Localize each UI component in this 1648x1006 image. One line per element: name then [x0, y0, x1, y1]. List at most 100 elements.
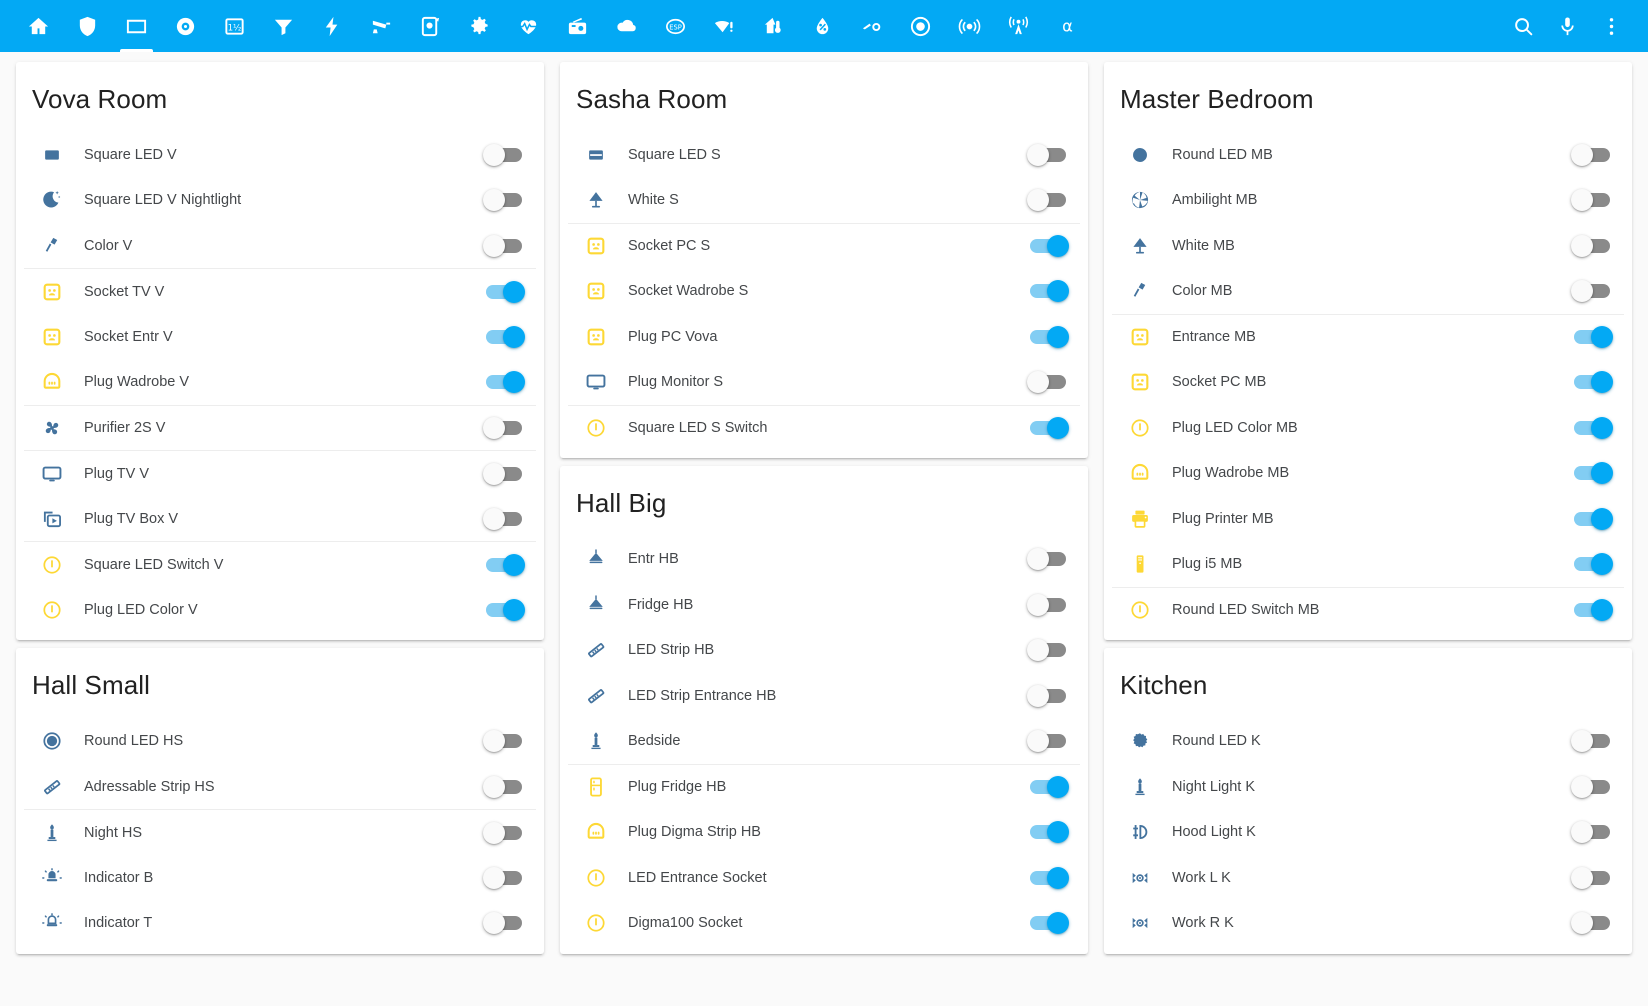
entity-row[interactable]: Square LED S — [568, 132, 1080, 178]
entity-row[interactable]: Entrance MB — [1112, 313, 1624, 360]
entity-row[interactable]: Square LED V — [24, 132, 536, 178]
entity-row[interactable]: Plug i5 MB — [1112, 541, 1624, 587]
entity-row[interactable]: Color V — [24, 223, 536, 269]
hood-light-icon[interactable] — [1120, 821, 1160, 843]
power-circle-icon[interactable] — [1120, 417, 1160, 439]
power-circle-icon[interactable] — [32, 554, 72, 576]
power-circle-icon[interactable] — [32, 599, 72, 621]
toolbar-tab-record[interactable] — [896, 0, 945, 52]
power-socket-icon[interactable] — [576, 280, 616, 302]
entity-row[interactable]: Bedside — [568, 718, 1080, 764]
entity-toggle[interactable] — [1571, 280, 1610, 303]
power-plug-strip-icon[interactable] — [1120, 462, 1160, 484]
toolbar-tab-lights[interactable] — [112, 0, 161, 52]
entity-row[interactable]: Plug Wadrobe MB — [1112, 450, 1624, 496]
entity-toggle[interactable] — [1571, 821, 1610, 844]
entity-row[interactable]: LED Strip Entrance HB — [568, 673, 1080, 719]
toolbar-tab-esp[interactable]: ESP — [651, 0, 700, 52]
ceiling-light-icon[interactable] — [576, 548, 616, 570]
entity-row[interactable]: LED Strip HB — [568, 627, 1080, 673]
entity-toggle[interactable] — [1027, 548, 1066, 571]
entity-row[interactable]: Round LED HS — [24, 718, 536, 764]
tv-box-icon[interactable] — [32, 508, 72, 530]
printer-icon[interactable] — [1120, 508, 1160, 530]
power-circle-icon[interactable] — [576, 912, 616, 934]
alarm-light-off-icon[interactable] — [32, 912, 72, 934]
toolbar-tab-camera[interactable] — [357, 0, 406, 52]
entity-toggle[interactable] — [1027, 189, 1066, 212]
entity-row[interactable]: Square LED Switch V — [24, 541, 536, 587]
led-square-icon[interactable] — [32, 144, 72, 166]
entity-row[interactable]: Plug Digma Strip HB — [568, 809, 1080, 855]
entity-toggle[interactable] — [486, 325, 525, 348]
entity-row[interactable]: Hood Light K — [1112, 809, 1624, 855]
desktop-tower-icon[interactable] — [1120, 553, 1160, 575]
toolbar-tab-switches[interactable] — [847, 0, 896, 52]
entity-toggle[interactable] — [1574, 553, 1613, 576]
monitor-icon[interactable] — [576, 371, 616, 393]
entity-toggle[interactable] — [1571, 866, 1610, 889]
circle-filled-icon[interactable] — [1120, 144, 1160, 166]
entity-row[interactable]: Indicator B — [24, 855, 536, 901]
entity-row[interactable]: Plug Fridge HB — [568, 763, 1080, 810]
toolbar-tab-filter[interactable] — [259, 0, 308, 52]
weather-night-icon[interactable] — [32, 189, 72, 211]
desk-lamp-icon[interactable] — [32, 235, 72, 257]
entity-toggle[interactable] — [483, 417, 522, 440]
entity-toggle[interactable] — [483, 730, 522, 753]
power-socket-icon[interactable] — [1120, 371, 1160, 393]
led-strip-icon[interactable] — [576, 685, 616, 707]
entity-toggle[interactable] — [1027, 639, 1066, 662]
entity-row[interactable]: Round LED Switch MB — [1112, 586, 1624, 633]
toolbar-tab-counters[interactable]: 1½ — [210, 0, 259, 52]
entity-row[interactable]: Socket PC S — [568, 222, 1080, 269]
entity-row[interactable]: Plug LED Color MB — [1112, 405, 1624, 451]
toolbar-tab-cloud[interactable] — [602, 0, 651, 52]
entity-row[interactable]: Night HS — [24, 809, 536, 855]
entity-row[interactable]: Plug TV Box V — [24, 496, 536, 542]
spotlight-icon[interactable] — [1120, 867, 1160, 889]
entity-row[interactable]: Plug PC Vova — [568, 314, 1080, 360]
entity-toggle[interactable] — [483, 189, 522, 212]
entity-row[interactable]: Digma100 Socket — [568, 900, 1080, 946]
entity-toggle[interactable] — [1030, 912, 1069, 935]
power-circle-icon[interactable] — [576, 867, 616, 889]
entity-row[interactable]: Square LED V Nightlight — [24, 177, 536, 223]
toolbar-tab-radio[interactable] — [553, 0, 602, 52]
entity-row[interactable]: Socket Wadrobe S — [568, 268, 1080, 314]
led-square-split-icon[interactable] — [576, 144, 616, 166]
power-socket-icon[interactable] — [32, 326, 72, 348]
toolbar-tab-vacuum[interactable] — [161, 0, 210, 52]
overflow-button[interactable] — [1598, 13, 1624, 39]
toolbar-tab-scanner[interactable] — [406, 0, 455, 52]
entity-row[interactable]: Indicator T — [24, 900, 536, 946]
power-socket-icon[interactable] — [576, 235, 616, 257]
toolbar-tab-wifi-alert[interactable] — [700, 0, 749, 52]
entity-toggle[interactable] — [1030, 235, 1069, 258]
entity-row[interactable]: Adressable Strip HS — [24, 764, 536, 810]
power-socket-icon[interactable] — [1120, 326, 1160, 348]
entity-toggle[interactable] — [1030, 821, 1069, 844]
entity-row[interactable]: Socket PC MB — [1112, 359, 1624, 405]
alarm-light-icon[interactable] — [32, 867, 72, 889]
entity-row[interactable]: Plug Printer MB — [1112, 496, 1624, 542]
power-circle-icon[interactable] — [1120, 599, 1160, 621]
search-button[interactable] — [1510, 13, 1536, 39]
entity-toggle[interactable] — [1030, 417, 1069, 440]
led-flower-icon[interactable] — [1120, 730, 1160, 752]
power-circle-icon[interactable] — [576, 417, 616, 439]
toolbar-tab-health[interactable] — [504, 0, 553, 52]
entity-row[interactable]: Socket Entr V — [24, 314, 536, 360]
entity-toggle[interactable] — [1571, 143, 1610, 166]
toolbar-tab-home[interactable] — [14, 0, 63, 52]
entity-row[interactable]: Work R K — [1112, 900, 1624, 946]
entity-toggle[interactable] — [1027, 684, 1066, 707]
entity-row[interactable]: Work L K — [1112, 855, 1624, 901]
entity-toggle[interactable] — [486, 371, 525, 394]
entity-row[interactable]: Entr HB — [568, 536, 1080, 582]
entity-row[interactable]: Round LED MB — [1112, 132, 1624, 178]
entity-row[interactable]: Night Light K — [1112, 764, 1624, 810]
power-socket-icon[interactable] — [576, 326, 616, 348]
candle-icon[interactable] — [576, 730, 616, 752]
led-strip-icon[interactable] — [32, 776, 72, 798]
